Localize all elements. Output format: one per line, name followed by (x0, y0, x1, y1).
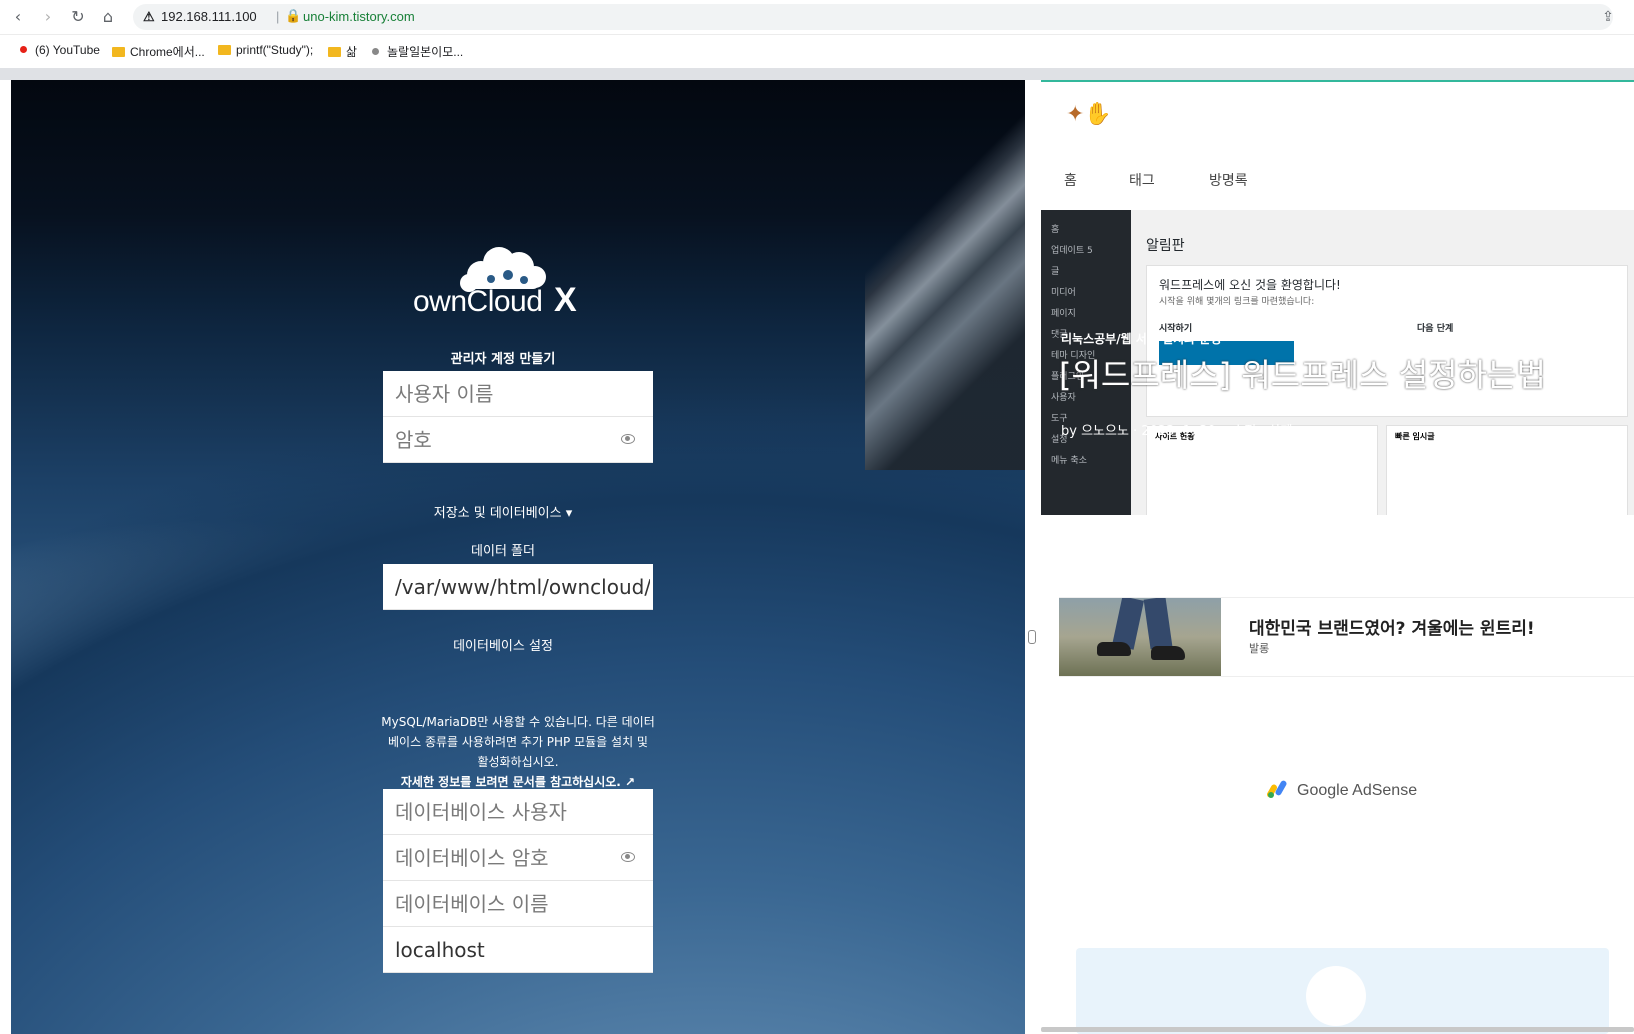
db-host-field[interactable] (383, 927, 653, 973)
wp-welcome-heading: 워드프레스에 오신 것을 환영합니다! (1159, 278, 1341, 292)
ad-card-source: 발롱 (1249, 642, 1270, 655)
share-icon[interactable]: ⇪ (1596, 6, 1620, 28)
post-category[interactable]: 리눅스공부/웹 서버 설치와 운영 (1061, 330, 1221, 347)
db-user-input[interactable] (393, 789, 622, 835)
horizontal-scrollbar[interactable] (1041, 1027, 1634, 1032)
lock-icon: 🔒 (285, 8, 302, 23)
resize-grip-icon[interactable] (1028, 630, 1036, 644)
folder-icon (112, 47, 125, 57)
bottom-ad-box[interactable] (1076, 948, 1609, 1034)
blog-logo-icon[interactable]: ✦✋ (1066, 102, 1112, 127)
forward-button[interactable]: › (36, 6, 60, 28)
db-password-input[interactable] (393, 835, 622, 881)
nav-home[interactable]: 홈 (1064, 170, 1077, 190)
bookmark-youtube[interactable]: (6) YouTube (20, 43, 100, 57)
wp-menu-item: 미디어 (1051, 288, 1076, 298)
split-divider[interactable] (1025, 80, 1041, 1034)
accent-line (1041, 80, 1634, 82)
bookmark-study-folder[interactable]: printf("Study"); (218, 43, 313, 57)
browser-toolbar: ‹ › ↻ ⌂ ⚠ 192.168.111.100 | 🔒 uno-kim.ti… (0, 0, 1634, 35)
wp-panel-title: 빠른 임시글 (1395, 432, 1435, 441)
bookmark-label: (6) YouTube (35, 43, 100, 57)
address-ip: 192.168.111.100 (161, 9, 257, 24)
db-user-field[interactable] (383, 789, 653, 835)
database-settings-label: 데이터베이스 설정 (453, 639, 553, 654)
bookmark-label: printf("Study"); (236, 43, 314, 57)
wp-menu-item: 페이지 (1051, 309, 1076, 319)
show-db-password-icon[interactable] (621, 852, 635, 862)
address-url: uno-kim.tistory.com (303, 9, 415, 24)
globe-dot-icon (372, 48, 379, 55)
db-name-field[interactable] (383, 881, 653, 927)
db-password-field[interactable] (383, 835, 653, 881)
nav-tags[interactable]: 태그 (1129, 170, 1155, 190)
back-button[interactable]: ‹ (6, 6, 30, 28)
admin-password-input[interactable] (393, 417, 622, 463)
owncloud-x-mark: X (554, 281, 577, 319)
wp-quick-draft-panel: 빠른 임시글 (1386, 425, 1628, 515)
post-title[interactable]: [워드프레스] 워드프레스 설정하는법 (1059, 350, 1546, 396)
database-info-text: MySQL/MariaDB만 사용할 수 있습니다. 다른 데이터베이스 종류를… (381, 715, 655, 769)
adsense-badge[interactable]: Google AdSense (1267, 780, 1417, 800)
adsense-label: Google AdSense (1297, 782, 1418, 799)
bookmark-japan[interactable]: 놀랄일본이모... (372, 43, 463, 60)
database-info: MySQL/MariaDB만 사용할 수 있습니다. 다른 데이터베이스 종류를… (381, 712, 655, 792)
storage-database-toggle[interactable]: 저장소 및 데이터베이스 ▾ (368, 502, 638, 521)
bookmark-life-folder[interactable]: 삶 (328, 43, 357, 60)
wp-welcome-sub: 시작을 위해 몇개의 링크를 마련했습니다: (1159, 297, 1315, 307)
wp-next-label: 다음 단계 (1417, 324, 1454, 334)
youtube-dot-icon (20, 46, 27, 53)
wp-dashboard-title: 알림판 (1146, 238, 1185, 254)
wp-menu-item: 메뉴 축소 (1051, 456, 1087, 466)
pane-gap (0, 68, 1634, 80)
show-password-icon[interactable] (621, 434, 635, 444)
owncloud-logo: ownCloud X (411, 235, 611, 325)
insecure-warning-icon[interactable]: ⚠ (143, 9, 155, 25)
data-folder-input[interactable] (393, 564, 652, 609)
adsense-logo-icon (1267, 780, 1287, 798)
wp-menu-item: 글 (1051, 267, 1060, 277)
admin-username-field[interactable] (383, 371, 653, 417)
ad-card-image (1059, 598, 1221, 676)
owncloud-setup-pane: ownCloud X 관리자 계정 만들기 저장소 및 데이터베이스 ▾ 데이터… (11, 80, 1025, 1034)
blog-pane: ✦✋ 홈 태그 방명록 홈 업데이트 5 글 미디어 페이지 댓글 테마 디자인… (1041, 80, 1634, 1034)
bookmark-chrome-folder[interactable]: Chrome에서... (112, 43, 205, 60)
wp-menu-item: 홈 (1051, 225, 1060, 235)
db-name-input[interactable] (393, 881, 622, 927)
admin-account-title: 관리자 계정 만들기 (450, 352, 556, 367)
warning-triangle-icon (1306, 966, 1366, 1026)
post-meta: by 으노으노 · 2023. 1. 30. · 수정 · 삭제 (1061, 424, 1293, 439)
space-station-image (865, 80, 1025, 470)
data-folder-label: 데이터 폴더 (471, 544, 535, 559)
data-folder-field[interactable] (383, 564, 653, 610)
bookmark-label: Chrome에서... (130, 45, 205, 59)
ad-card-title[interactable]: 대한민국 브랜드였어? 겨울에는 윈트리! (1249, 614, 1535, 639)
admin-username-input[interactable] (393, 371, 622, 417)
bookmarks-bar: (6) YouTube Chrome에서... printf("Study");… (0, 35, 1634, 67)
bookmark-label: 삶 (346, 45, 358, 59)
post-hero[interactable]: 홈 업데이트 5 글 미디어 페이지 댓글 테마 디자인 플러그인 사용자 도구… (1041, 210, 1634, 515)
db-host-input[interactable] (393, 927, 622, 973)
folder-icon (218, 45, 231, 55)
wp-menu-item: 업데이트 5 (1051, 246, 1093, 256)
ad-card[interactable]: 대한민국 브랜드였어? 겨울에는 윈트리! 발롱 (1059, 597, 1634, 677)
owncloud-wordmark: ownCloud (413, 285, 543, 318)
folder-icon (328, 47, 341, 57)
home-button[interactable]: ⌂ (96, 6, 120, 28)
admin-password-field[interactable] (383, 417, 653, 463)
address-bar[interactable]: ⚠ 192.168.111.100 | 🔒 uno-kim.tistory.co… (133, 4, 1613, 30)
address-separator: | (276, 9, 280, 24)
reload-button[interactable]: ↻ (66, 6, 90, 28)
bookmark-label: 놀랄일본이모... (387, 45, 464, 59)
nav-guestbook[interactable]: 방명록 (1209, 170, 1248, 190)
